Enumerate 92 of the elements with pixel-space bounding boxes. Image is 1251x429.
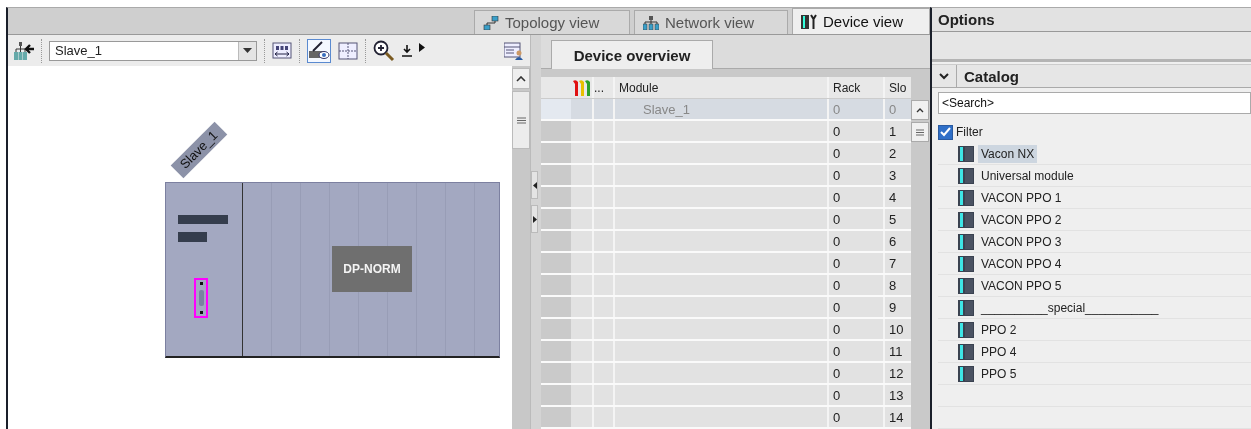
module-icon bbox=[958, 365, 974, 382]
view-tab[interactable]: Network view bbox=[634, 10, 788, 34]
fit-width-icon[interactable] bbox=[272, 40, 292, 61]
status-bar-indicator bbox=[178, 232, 207, 242]
module-icon bbox=[958, 145, 974, 162]
catalog-item[interactable]: __________special___________ bbox=[978, 298, 1162, 317]
download-icon[interactable] bbox=[402, 44, 412, 57]
expand-right-button[interactable] bbox=[531, 205, 538, 233]
catalog-item[interactable]: VACON PPO 4 bbox=[978, 254, 1065, 273]
table-cell-text: 1 bbox=[888, 122, 898, 141]
table-cell: 0 bbox=[829, 143, 885, 163]
table-cell: 0 bbox=[829, 231, 885, 251]
grid-icon[interactable] bbox=[338, 40, 358, 61]
table-cell-text: 0 bbox=[888, 100, 898, 119]
table-cell-text: 4 bbox=[888, 188, 898, 207]
view-tab[interactable]: Topology view bbox=[474, 10, 630, 34]
network-icon bbox=[643, 15, 659, 30]
table-cell: 0 bbox=[829, 187, 885, 207]
scrollbar-thumb[interactable] bbox=[911, 122, 929, 142]
module-icon bbox=[958, 233, 974, 250]
topology-icon bbox=[483, 15, 499, 30]
module-icon bbox=[958, 321, 974, 338]
more-arrow-icon[interactable] bbox=[419, 43, 425, 52]
table-cell: 0 bbox=[829, 297, 885, 317]
catalog-item[interactable]: VACON PPO 1 bbox=[978, 188, 1065, 207]
search-field[interactable]: <Search> bbox=[938, 92, 1251, 114]
table-cell: 0 bbox=[829, 341, 885, 361]
catalog-item[interactable]: PPO 2 bbox=[978, 320, 1020, 339]
table-cell-text: 9 bbox=[888, 298, 898, 317]
table-cell: 0 bbox=[829, 363, 885, 383]
table-cell: 0 bbox=[829, 165, 885, 185]
triangle-right-icon bbox=[532, 215, 537, 223]
catalog-item[interactable]: VACON PPO 3 bbox=[978, 232, 1065, 251]
device-select[interactable]: Slave_1 bbox=[49, 40, 257, 61]
table-cell-text: 6 bbox=[888, 232, 898, 251]
table-cell-text: 2 bbox=[888, 144, 898, 163]
collapse-left-button[interactable] bbox=[531, 171, 538, 199]
table-cell: 0 bbox=[829, 385, 885, 405]
device-icon bbox=[801, 14, 817, 29]
catalog-item[interactable]: VACON PPO 2 bbox=[978, 210, 1065, 229]
triangle-left-icon bbox=[532, 181, 537, 189]
catalog-title: Catalog bbox=[963, 67, 1019, 85]
catalog-item[interactable]: VACON PPO 5 bbox=[978, 276, 1065, 295]
catalog-item[interactable]: PPO 4 bbox=[978, 342, 1020, 361]
table-cell-text: 13 bbox=[888, 386, 905, 405]
catalog-item[interactable]: Universal module bbox=[978, 166, 1077, 185]
table-cell: 0 bbox=[829, 319, 885, 339]
options-title: Options bbox=[938, 10, 995, 28]
table-cell-text: 3 bbox=[888, 166, 898, 185]
filter-label: Filter bbox=[956, 125, 983, 139]
module-icon bbox=[958, 167, 974, 184]
table-cell: Slave_1 bbox=[615, 99, 829, 119]
scroll-up-button[interactable] bbox=[911, 100, 929, 120]
module-icon bbox=[958, 299, 974, 316]
table-cell-text: 8 bbox=[888, 276, 898, 295]
table-cell-text: 5 bbox=[888, 210, 898, 229]
catalog-item[interactable]: Vacon NX bbox=[978, 144, 1038, 163]
scrollbar-thumb[interactable] bbox=[512, 91, 530, 149]
view-toggle-button[interactable] bbox=[307, 38, 331, 63]
table-cell-text: 10 bbox=[888, 320, 905, 339]
port-connector[interactable] bbox=[194, 278, 208, 318]
table-cell-text: 11 bbox=[888, 342, 904, 361]
zoom-in-icon[interactable] bbox=[373, 39, 395, 62]
module-block[interactable]: DP-NORM bbox=[332, 246, 412, 292]
table-cell: 0 bbox=[829, 407, 885, 427]
module-icon bbox=[958, 343, 974, 360]
filter-checkbox[interactable] bbox=[938, 124, 953, 140]
device-rack[interactable]: DP-NORM bbox=[165, 182, 500, 358]
module-icon bbox=[958, 211, 974, 228]
scroll-up-button[interactable] bbox=[512, 68, 530, 89]
device-overview-tab[interactable]: Device overview bbox=[551, 40, 713, 69]
table-cell-text: 14 bbox=[888, 408, 905, 427]
chevron-down-icon bbox=[939, 72, 949, 80]
caret-up-icon bbox=[916, 107, 924, 113]
network-arrow-icon[interactable] bbox=[14, 41, 34, 60]
dropdown-caret-icon bbox=[243, 48, 252, 53]
panel-user-icon[interactable] bbox=[504, 41, 524, 60]
view-tab[interactable]: Device view bbox=[792, 8, 930, 34]
table-cell-text: 7 bbox=[888, 254, 898, 273]
table-cell: 0 bbox=[829, 99, 885, 119]
column-header[interactable]: Slo bbox=[885, 77, 911, 98]
module-icon bbox=[958, 277, 974, 294]
table-cell: 0 bbox=[829, 209, 885, 229]
table-cell: 0 bbox=[829, 275, 885, 295]
catalog-item[interactable]: PPO 5 bbox=[978, 364, 1020, 383]
module-icon bbox=[958, 255, 974, 272]
caret-up-icon bbox=[516, 75, 526, 82]
table-cell: 0 bbox=[829, 253, 885, 273]
status-bar-indicator bbox=[178, 215, 228, 224]
table-cell: 0 bbox=[829, 121, 885, 141]
module-icon bbox=[958, 189, 974, 206]
table-cell-text: 12 bbox=[888, 364, 905, 383]
